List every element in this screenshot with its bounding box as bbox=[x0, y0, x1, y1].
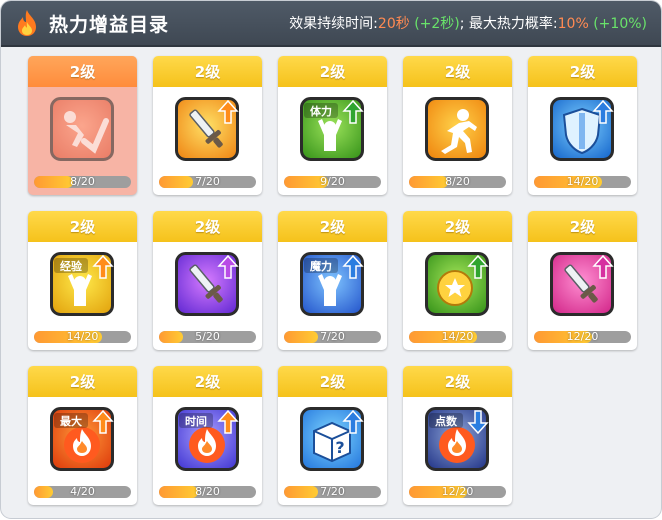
buff-card-points-heat-buff[interactable]: 2级点数 12/20 bbox=[403, 366, 512, 505]
buff-level-label: 2级 bbox=[28, 56, 137, 87]
buff-progress-text: 12/20 bbox=[566, 331, 599, 343]
buff-level-label: 2级 bbox=[153, 56, 262, 87]
buff-progress-text: 14/20 bbox=[566, 176, 599, 188]
time-fire-up-icon: 时间 bbox=[175, 407, 239, 471]
buff-card-attack-buff[interactable]: 2级 7/20 bbox=[153, 56, 262, 195]
buff-progress-bar: 7/20 bbox=[284, 331, 381, 343]
buff-progress-text: 4/20 bbox=[70, 486, 95, 498]
buff-progress-text: 7/20 bbox=[320, 486, 345, 498]
buff-level-label: 2级 bbox=[28, 366, 137, 397]
effect-info: 效果持续时间:20秒 (+2秒); 最大热力概率:10% (+10%) bbox=[289, 13, 647, 33]
mystery-box-up-icon: ? bbox=[300, 407, 364, 471]
icon-badge-text: 体力 bbox=[310, 104, 332, 118]
buff-card-defense-buff[interactable]: 2级 14/20 bbox=[528, 56, 637, 195]
icon-badge-text: 时间 bbox=[185, 414, 207, 428]
heat-buff-panel: 热力增益目录 效果持续时间:20秒 (+2秒); 最大热力概率:10% (+10… bbox=[1, 1, 661, 518]
coin-up-icon bbox=[425, 252, 489, 316]
buff-progress-text: 8/20 bbox=[70, 176, 95, 188]
svg-text:?: ? bbox=[335, 438, 344, 457]
buff-progress-bar: 8/20 bbox=[159, 486, 256, 498]
buff-card-exp-buff[interactable]: 2级经验 14/20 bbox=[28, 211, 137, 350]
buff-level-label: 2级 bbox=[403, 366, 512, 397]
buff-level-label: 2级 bbox=[278, 211, 387, 242]
icon-badge-text: 最大 bbox=[60, 414, 82, 428]
chance-label: 最大热力概率: bbox=[468, 16, 558, 32]
info-separator: ; bbox=[459, 16, 465, 32]
shield-up-icon bbox=[550, 97, 614, 161]
buff-progress-bar: 12/20 bbox=[534, 331, 631, 343]
buff-progress-bar: 14/20 bbox=[34, 331, 131, 343]
magic-sword-up-icon bbox=[175, 252, 239, 316]
buff-level-label: 2级 bbox=[153, 211, 262, 242]
buff-progress-bar: 4/20 bbox=[34, 486, 131, 498]
buff-progress-text: 8/20 bbox=[195, 486, 220, 498]
duration-bonus: (+2秒) bbox=[414, 16, 460, 32]
buff-level-label: 2级 bbox=[153, 366, 262, 397]
buff-grid: 2级 8/20 2级 7/20 2级 体力 9/20 2级 8/20 2级 14/20 2级 经验 14/… bbox=[28, 56, 637, 505]
buff-card-stamina-buff[interactable]: 2级体力 9/20 bbox=[278, 56, 387, 195]
stamina-up-icon: 体力 bbox=[300, 97, 364, 161]
buff-progress-bar: 14/20 bbox=[409, 331, 506, 343]
buff-progress-text: 7/20 bbox=[320, 331, 345, 343]
points-fire-down-icon: 点数 bbox=[425, 407, 489, 471]
running-slash-icon bbox=[50, 97, 114, 161]
buff-progress-text: 9/20 bbox=[320, 176, 345, 188]
chance-bonus: (+10%) bbox=[593, 16, 647, 32]
buff-card-coin-buff[interactable]: 2级 14/20 bbox=[403, 211, 512, 350]
duration-label: 效果持续时间: bbox=[289, 16, 378, 32]
buff-card-crit-sword-buff[interactable]: 2级 12/20 bbox=[528, 211, 637, 350]
duration-value: 20秒 bbox=[377, 16, 410, 32]
buff-progress-bar: 7/20 bbox=[159, 176, 256, 188]
buff-card-speed-buff[interactable]: 2级 8/20 bbox=[403, 56, 512, 195]
buff-progress-bar: 14/20 bbox=[534, 176, 631, 188]
sword-up-icon bbox=[175, 97, 239, 161]
icon-badge-text: 魔力 bbox=[310, 259, 332, 273]
buff-progress-text: 7/20 bbox=[195, 176, 220, 188]
buff-level-label: 2级 bbox=[278, 366, 387, 397]
icon-badge-text: 点数 bbox=[435, 414, 458, 428]
max-fire-up-icon: 最大 bbox=[50, 407, 114, 471]
buff-progress-bar: 5/20 bbox=[159, 331, 256, 343]
running-man-icon bbox=[425, 97, 489, 161]
buff-level-label: 2级 bbox=[278, 56, 387, 87]
icon-badge-text: 经验 bbox=[60, 259, 83, 273]
buff-card-skill-attack-buff[interactable]: 2级 5/20 bbox=[153, 211, 262, 350]
buff-progress-bar: 8/20 bbox=[34, 176, 131, 188]
buff-card-mystery-box-buff[interactable]: 2级? 7/20 bbox=[278, 366, 387, 505]
flame-icon bbox=[13, 9, 41, 37]
exp-up-icon: 经验 bbox=[50, 252, 114, 316]
buff-level-label: 2级 bbox=[528, 56, 637, 87]
buff-card-resist-buff[interactable]: 2级 8/20 bbox=[28, 56, 137, 195]
buff-progress-text: 12/20 bbox=[441, 486, 474, 498]
buff-progress-text: 5/20 bbox=[195, 331, 220, 343]
buff-level-label: 2级 bbox=[28, 211, 137, 242]
buff-progress-text: 14/20 bbox=[66, 331, 99, 343]
buff-card-magic-buff[interactable]: 2级魔力 7/20 bbox=[278, 211, 387, 350]
page-title: 热力增益目录 bbox=[49, 13, 170, 36]
sword-pink-up-icon bbox=[550, 252, 614, 316]
chance-value: 10% bbox=[557, 16, 589, 32]
buff-card-max-heat-buff[interactable]: 2级最大 4/20 bbox=[28, 366, 137, 505]
buff-progress-text: 14/20 bbox=[441, 331, 474, 343]
magic-up-icon: 魔力 bbox=[300, 252, 364, 316]
buff-progress-bar: 12/20 bbox=[409, 486, 506, 498]
buff-progress-text: 8/20 bbox=[445, 176, 470, 188]
buff-level-label: 2级 bbox=[528, 211, 637, 242]
buff-progress-bar: 9/20 bbox=[284, 176, 381, 188]
buff-level-label: 2级 bbox=[403, 211, 512, 242]
panel-header: 热力增益目录 效果持续时间:20秒 (+2秒); 最大热力概率:10% (+10… bbox=[1, 1, 661, 47]
buff-level-label: 2级 bbox=[403, 56, 512, 87]
buff-card-time-heat-buff[interactable]: 2级时间 8/20 bbox=[153, 366, 262, 505]
buff-progress-bar: 8/20 bbox=[409, 176, 506, 188]
buff-progress-bar: 7/20 bbox=[284, 486, 381, 498]
